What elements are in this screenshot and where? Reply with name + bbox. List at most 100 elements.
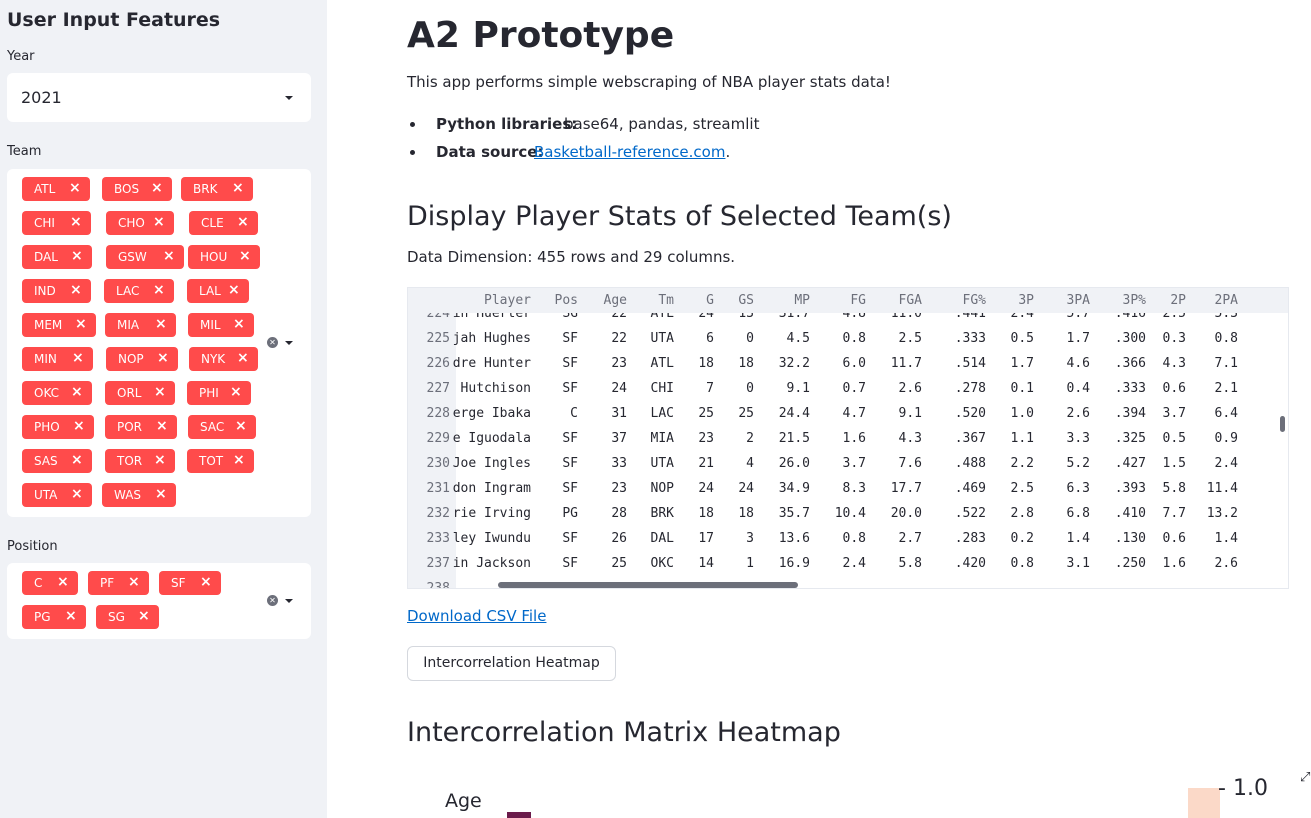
close-icon[interactable]: × bbox=[57, 574, 69, 590]
close-icon[interactable]: × bbox=[157, 350, 169, 366]
close-icon[interactable]: × bbox=[239, 248, 251, 264]
position-tag[interactable]: PF × bbox=[88, 571, 149, 595]
table-row[interactable]: 226 dre Hunter SF 23 ATL 18 18 32.2 6.0 11.7 .514 1… bbox=[408, 351, 1288, 376]
team-tag[interactable]: PHI × bbox=[187, 381, 251, 405]
position-tag[interactable]: C × bbox=[22, 571, 78, 595]
team-tag[interactable]: BOS × bbox=[102, 177, 172, 201]
close-icon[interactable]: × bbox=[151, 180, 163, 196]
position-tag[interactable]: SF × bbox=[159, 571, 221, 595]
table-row[interactable]: 231 don Ingram SF 23 NOP 24 24 34.9 8.3 17.7 .469 2… bbox=[408, 476, 1288, 501]
clear-icon[interactable]: ✕ bbox=[267, 595, 278, 606]
column-header[interactable]: FG bbox=[850, 293, 866, 308]
vertical-scrollbar[interactable] bbox=[1280, 416, 1285, 432]
close-icon[interactable]: × bbox=[230, 384, 242, 400]
column-header[interactable]: Tm bbox=[658, 293, 674, 308]
team-tag[interactable]: LAC × bbox=[104, 279, 174, 303]
table-row[interactable]: 233 ley Iwundu SF 26 DAL 17 3 13.6 0.8 2.7 .283 0.2… bbox=[408, 526, 1288, 551]
team-tag[interactable]: CLE × bbox=[189, 211, 258, 235]
close-icon[interactable]: × bbox=[228, 282, 240, 298]
close-icon[interactable]: × bbox=[65, 608, 77, 624]
close-icon[interactable]: × bbox=[156, 418, 168, 434]
chevron-down-icon[interactable] bbox=[285, 96, 293, 100]
close-icon[interactable]: × bbox=[128, 574, 140, 590]
column-header[interactable]: Pos bbox=[555, 293, 578, 308]
team-tag[interactable]: LAL × bbox=[187, 279, 249, 303]
close-icon[interactable]: × bbox=[153, 214, 165, 230]
team-tag[interactable]: ATL × bbox=[22, 177, 90, 201]
column-header[interactable]: GS bbox=[738, 293, 754, 308]
chevron-down-icon[interactable] bbox=[285, 341, 293, 345]
team-multiselect[interactable]: ATL × BOS × BRK × CHI × CHO × CLE × DAL × GSW × HOU × IND ×… bbox=[7, 169, 311, 517]
team-tag[interactable]: DAL × bbox=[22, 245, 92, 269]
team-tag[interactable]: NOP × bbox=[106, 347, 178, 371]
horizontal-scrollbar[interactable] bbox=[498, 582, 798, 588]
close-icon[interactable]: × bbox=[163, 248, 175, 264]
team-tag[interactable]: MIN × bbox=[22, 347, 93, 371]
close-icon[interactable]: × bbox=[232, 180, 244, 196]
heatmap-button[interactable]: Intercorrelation Heatmap bbox=[407, 646, 616, 681]
close-icon[interactable]: × bbox=[200, 574, 212, 590]
close-icon[interactable]: × bbox=[235, 418, 247, 434]
close-icon[interactable]: × bbox=[72, 350, 84, 366]
column-header[interactable]: Age bbox=[604, 293, 627, 308]
close-icon[interactable]: × bbox=[75, 316, 87, 332]
team-tag[interactable]: CHI × bbox=[22, 211, 91, 235]
team-tag[interactable]: MEM × bbox=[22, 313, 96, 337]
column-header[interactable]: Player bbox=[484, 293, 531, 308]
download-csv-link[interactable]: Download CSV File bbox=[407, 607, 546, 625]
year-select[interactable]: 2021 bbox=[7, 73, 311, 122]
column-header[interactable]: MP bbox=[794, 293, 810, 308]
close-icon[interactable]: × bbox=[154, 452, 166, 468]
position-tag[interactable]: SG × bbox=[96, 605, 159, 629]
column-header[interactable]: 3PA bbox=[1067, 293, 1090, 308]
table-row[interactable]: 237 in Jackson SF 25 OKC 14 1 16.9 2.4 5.8 .420 0.8… bbox=[408, 551, 1288, 576]
team-tag[interactable]: GSW × bbox=[106, 245, 184, 269]
column-header[interactable]: FG% bbox=[963, 293, 986, 308]
table-row[interactable]: 229 e Iguodala SF 37 MIA 23 2 21.5 1.6 4.3 .367 1.1… bbox=[408, 426, 1288, 451]
close-icon[interactable]: × bbox=[233, 452, 245, 468]
table-row[interactable]: 225 jah Hughes SF 22 UTA 6 0 4.5 0.8 2.5 .333 0.5 1.… bbox=[408, 326, 1288, 351]
close-icon[interactable]: × bbox=[237, 214, 249, 230]
table-row[interactable]: 230 Joe Ingles SF 33 UTA 21 4 26.0 3.7 7.6 .488 2.2… bbox=[408, 451, 1288, 476]
team-tag[interactable]: OKC × bbox=[22, 381, 92, 405]
column-header[interactable]: 3P% bbox=[1123, 293, 1146, 308]
team-tag[interactable]: WAS × bbox=[102, 483, 176, 507]
player-stats-table[interactable]: 224 in Huerter SG 22 ATL 24 13 31.7 4.8 11.0.441 2… bbox=[407, 287, 1289, 589]
close-icon[interactable]: × bbox=[155, 486, 167, 502]
close-icon[interactable]: × bbox=[71, 486, 83, 502]
close-icon[interactable]: × bbox=[237, 350, 249, 366]
table-row[interactable]: 232 rie Irving PG 28 BRK 18 18 35.7 10.4 20.0 .522… bbox=[408, 501, 1288, 526]
team-tag[interactable]: SAC × bbox=[188, 415, 256, 439]
team-tag[interactable]: NYK × bbox=[189, 347, 258, 371]
team-tag[interactable]: TOT × bbox=[187, 449, 254, 473]
team-tag[interactable]: CHO × bbox=[106, 211, 174, 235]
column-header[interactable]: 2PA bbox=[1215, 293, 1238, 308]
close-icon[interactable]: × bbox=[73, 418, 85, 434]
team-tag[interactable]: IND × bbox=[22, 279, 91, 303]
team-tag[interactable]: UTA × bbox=[22, 483, 92, 507]
close-icon[interactable]: × bbox=[155, 316, 167, 332]
expand-icon[interactable]: ⤢ bbox=[1300, 770, 1310, 785]
position-multiselect[interactable]: C × PF × SF × PG × SG × ✕ bbox=[7, 563, 311, 639]
close-icon[interactable]: × bbox=[70, 282, 82, 298]
close-icon[interactable]: × bbox=[70, 214, 82, 230]
data-source-link[interactable]: Basketball-reference.com bbox=[534, 143, 725, 161]
close-icon[interactable]: × bbox=[69, 180, 81, 196]
close-icon[interactable]: × bbox=[71, 384, 83, 400]
position-tag[interactable]: PG × bbox=[22, 605, 86, 629]
close-icon[interactable]: × bbox=[154, 384, 166, 400]
team-tag[interactable]: POR × bbox=[105, 415, 177, 439]
column-header[interactable]: FGA bbox=[899, 293, 922, 308]
team-tag[interactable]: MIL × bbox=[188, 313, 254, 337]
close-icon[interactable]: × bbox=[138, 608, 150, 624]
close-icon[interactable]: × bbox=[233, 316, 245, 332]
team-tag[interactable]: ORL × bbox=[105, 381, 175, 405]
team-tag[interactable]: TOR × bbox=[105, 449, 175, 473]
table-row[interactable]: 228 erge Ibaka C 31 LAC 25 25 24.4 4.7 9.1 .520 1.0… bbox=[408, 401, 1288, 426]
team-tag[interactable]: BRK × bbox=[181, 177, 253, 201]
close-icon[interactable]: × bbox=[71, 248, 83, 264]
clear-icon[interactable]: ✕ bbox=[267, 337, 278, 348]
team-tag[interactable]: MIA × bbox=[105, 313, 176, 337]
close-icon[interactable]: × bbox=[153, 282, 165, 298]
team-tag[interactable]: HOU × bbox=[188, 245, 260, 269]
